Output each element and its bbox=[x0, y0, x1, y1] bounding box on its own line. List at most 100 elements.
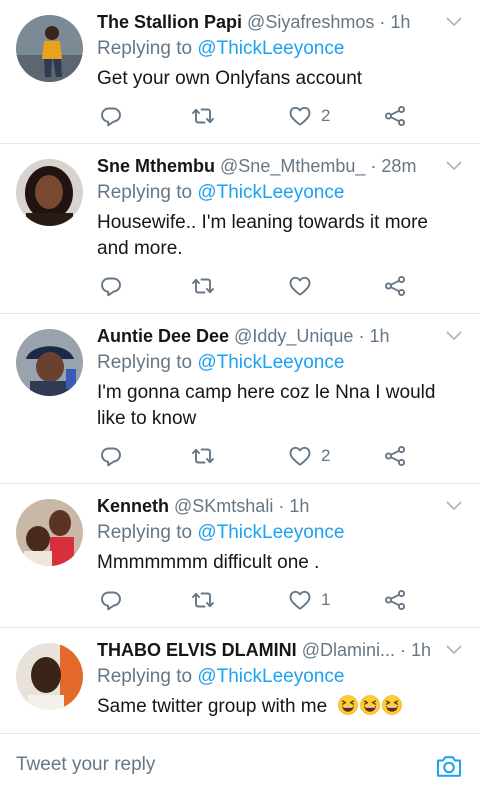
tweet-header: The Stallion Papi @Siyafreshmos · 1h bbox=[97, 10, 438, 34]
like-count: 2 bbox=[321, 106, 331, 125]
share-button[interactable] bbox=[383, 273, 407, 299]
separator-dot: · bbox=[278, 496, 285, 516]
share-button[interactable] bbox=[383, 443, 407, 469]
tweet[interactable]: Auntie Dee Dee @Iddy_Unique · 1h Replyin… bbox=[0, 314, 480, 484]
reply-icon bbox=[99, 444, 123, 468]
timestamp[interactable]: 1h bbox=[289, 496, 309, 516]
mention-link[interactable]: @ThickLeeyonce bbox=[197, 352, 344, 373]
reply-icon bbox=[99, 588, 123, 612]
reply-icon bbox=[99, 104, 123, 128]
chevron-down-icon[interactable] bbox=[446, 645, 462, 655]
heart-icon bbox=[288, 274, 312, 298]
display-name[interactable]: Sne Mthembu bbox=[97, 156, 215, 176]
display-name[interactable]: The Stallion Papi bbox=[97, 12, 242, 32]
mention-link[interactable]: @ThickLeeyonce bbox=[197, 182, 344, 203]
avatar[interactable] bbox=[16, 15, 83, 82]
grinning-squinting-face-icon bbox=[338, 695, 358, 715]
separator-dot: · bbox=[379, 12, 386, 32]
replying-to-label: Replying to bbox=[97, 38, 193, 59]
reply-button[interactable] bbox=[99, 587, 123, 613]
avatar[interactable] bbox=[16, 499, 83, 566]
reply-button[interactable] bbox=[99, 443, 123, 469]
tweet-header: Kenneth @SKmtshali · 1h bbox=[97, 494, 438, 518]
user-handle[interactable]: @Sne_Mthembu_ bbox=[220, 156, 365, 176]
retweet-icon bbox=[191, 588, 215, 612]
replying-to: Replying to @ThickLeeyonce bbox=[97, 665, 344, 689]
separator-dot: · bbox=[358, 326, 365, 346]
mention-link[interactable]: @ThickLeeyonce bbox=[197, 38, 344, 59]
tweet-header: Auntie Dee Dee @Iddy_Unique · 1h bbox=[97, 324, 438, 348]
tweet[interactable]: THABO ELVIS DLAMINI @Dlamini... · 1h Rep… bbox=[0, 628, 480, 733]
timestamp[interactable]: 28m bbox=[381, 156, 416, 176]
display-name[interactable]: THABO ELVIS DLAMINI bbox=[97, 640, 297, 660]
like-button[interactable] bbox=[288, 273, 321, 299]
chevron-down-icon[interactable] bbox=[446, 501, 462, 511]
share-button[interactable] bbox=[383, 587, 407, 613]
avatar[interactable] bbox=[16, 329, 83, 396]
replying-to: Replying to @ThickLeeyonce bbox=[97, 521, 344, 545]
share-icon bbox=[383, 274, 407, 298]
retweet-icon bbox=[191, 444, 215, 468]
action-bar: 1 bbox=[0, 587, 480, 613]
like-button[interactable]: 2 bbox=[288, 443, 330, 469]
timestamp[interactable]: 1h bbox=[390, 12, 410, 32]
tweet-text: I'm gonna camp here coz le Nna I would l… bbox=[97, 382, 436, 429]
retweet-icon bbox=[191, 104, 215, 128]
heart-icon bbox=[288, 588, 312, 612]
user-handle[interactable]: @Iddy_Unique bbox=[234, 326, 353, 346]
tweet-text-content: Same twitter group with me bbox=[97, 696, 328, 717]
like-count: 1 bbox=[321, 590, 331, 609]
like-button[interactable]: 2 bbox=[288, 103, 330, 129]
tweet-text: Get your own Onlyfans account bbox=[97, 68, 363, 89]
tweet[interactable]: Sne Mthembu @Sne_Mthembu_ · 28m Replying… bbox=[0, 144, 480, 314]
action-bar: 2 bbox=[0, 443, 480, 469]
like-count: 2 bbox=[321, 446, 331, 465]
retweet-button[interactable] bbox=[191, 103, 215, 129]
heart-icon bbox=[288, 104, 312, 128]
mention-link[interactable]: @ThickLeeyonce bbox=[197, 666, 344, 687]
user-handle[interactable]: @SKmtshali bbox=[174, 496, 273, 516]
reply-button[interactable] bbox=[99, 273, 123, 299]
grinning-squinting-face-icon bbox=[382, 695, 402, 715]
replying-to-label: Replying to bbox=[97, 522, 193, 543]
tweet[interactable]: Kenneth @SKmtshali · 1h Replying to @Thi… bbox=[0, 484, 480, 628]
chevron-down-icon[interactable] bbox=[446, 331, 462, 341]
share-icon bbox=[383, 104, 407, 128]
tweet-text: Housewife.. I'm leaning towards it more … bbox=[97, 212, 428, 259]
avatar[interactable] bbox=[16, 159, 83, 226]
display-name[interactable]: Auntie Dee Dee bbox=[97, 326, 229, 346]
user-handle[interactable]: @Siyafreshmos bbox=[247, 12, 374, 32]
heart-icon bbox=[288, 444, 312, 468]
chevron-down-icon[interactable] bbox=[446, 161, 462, 171]
grinning-squinting-face-icon bbox=[360, 695, 380, 715]
reply-button[interactable] bbox=[99, 103, 123, 129]
retweet-button[interactable] bbox=[191, 587, 215, 613]
share-button[interactable] bbox=[383, 103, 407, 129]
tweet[interactable]: The Stallion Papi @Siyafreshmos · 1h Rep… bbox=[0, 0, 480, 144]
replying-to-label: Replying to bbox=[97, 352, 193, 373]
replying-to-label: Replying to bbox=[97, 182, 193, 203]
display-name[interactable]: Kenneth bbox=[97, 496, 169, 516]
user-handle[interactable]: @Dlamini... bbox=[302, 640, 395, 660]
timestamp[interactable]: 1h bbox=[411, 640, 431, 660]
tweet-header: THABO ELVIS DLAMINI @Dlamini... · 1h bbox=[97, 638, 438, 662]
reply-input[interactable]: Tweet your reply bbox=[16, 754, 155, 776]
share-icon bbox=[383, 588, 407, 612]
mention-link[interactable]: @ThickLeeyonce bbox=[197, 522, 344, 543]
like-button[interactable]: 1 bbox=[288, 587, 330, 613]
retweet-button[interactable] bbox=[191, 443, 215, 469]
action-bar bbox=[0, 273, 480, 299]
replying-to: Replying to @ThickLeeyonce bbox=[97, 181, 344, 205]
retweet-icon bbox=[191, 274, 215, 298]
replying-to: Replying to @ThickLeeyonce bbox=[97, 351, 344, 375]
tweet-header: Sne Mthembu @Sne_Mthembu_ · 28m bbox=[97, 154, 438, 178]
chevron-down-icon[interactable] bbox=[446, 17, 462, 27]
separator-dot: · bbox=[400, 640, 406, 660]
avatar[interactable] bbox=[16, 643, 83, 710]
retweet-button[interactable] bbox=[191, 273, 215, 299]
reply-composer: Tweet your reply bbox=[0, 733, 480, 787]
replying-to-label: Replying to bbox=[97, 666, 193, 687]
timestamp[interactable]: 1h bbox=[369, 326, 389, 346]
tweet-text: Mmmmmmm difficult one . bbox=[97, 552, 320, 573]
camera-icon[interactable] bbox=[435, 753, 463, 779]
